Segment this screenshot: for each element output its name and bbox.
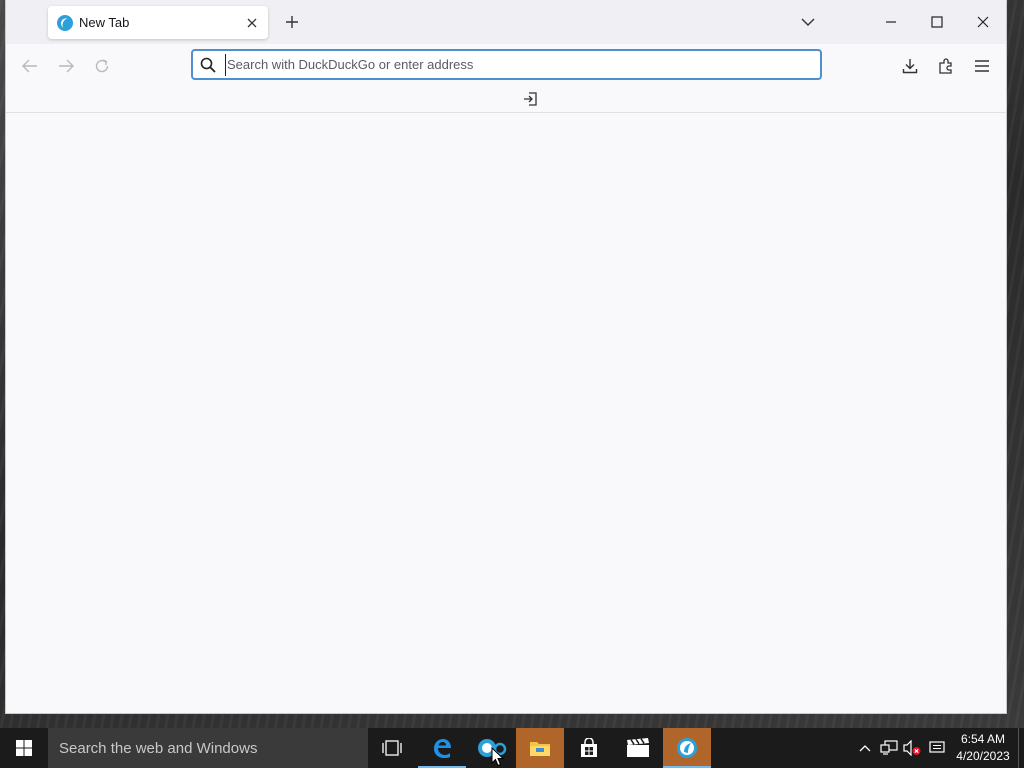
tab-close-button[interactable] xyxy=(240,11,264,35)
clock-date: 4/20/2023 xyxy=(956,749,1010,763)
notifications-icon xyxy=(929,741,945,753)
taskbar-edge-button[interactable] xyxy=(418,728,466,768)
taskbar-search-box[interactable]: Search the web and Windows xyxy=(48,728,368,768)
bookmarks-toolbar xyxy=(6,86,1006,113)
taskbar: Search the web and Windows 6:54 AM 4/20/… xyxy=(0,728,1024,768)
action-center-button[interactable] xyxy=(925,728,949,768)
title-bar: New Tab xyxy=(6,0,1006,44)
import-bookmarks-button[interactable] xyxy=(520,89,540,109)
taskbar-clock[interactable]: 6:54 AM 4/20/2023 xyxy=(950,730,1016,766)
browser-icon xyxy=(677,738,697,758)
reload-icon xyxy=(95,59,109,73)
list-all-tabs-button[interactable] xyxy=(796,8,820,36)
show-hidden-icons-button[interactable] xyxy=(853,728,877,768)
taskbar-browser-button[interactable] xyxy=(663,728,711,768)
store-icon xyxy=(581,738,597,757)
edge-icon xyxy=(434,739,451,758)
chevron-down-icon xyxy=(801,18,815,26)
mouse-cursor-icon xyxy=(491,747,505,767)
plus-icon xyxy=(286,16,298,28)
back-button[interactable] xyxy=(16,52,44,80)
task-view-button[interactable] xyxy=(368,728,416,768)
tab-new-tab[interactable]: New Tab xyxy=(48,6,268,39)
browser-logo-icon xyxy=(57,14,73,31)
address-bar[interactable] xyxy=(191,49,822,80)
browser-window: New Tab xyxy=(6,0,1006,713)
download-icon xyxy=(902,59,918,74)
windows-logo-icon xyxy=(16,740,32,756)
show-desktop-button[interactable] xyxy=(1018,728,1024,768)
maximize-icon xyxy=(931,16,943,28)
import-bookmarks-icon xyxy=(524,92,537,106)
close-window-button[interactable] xyxy=(960,0,1006,44)
arrow-left-icon xyxy=(22,59,37,73)
page-content xyxy=(6,113,1006,713)
clock-time: 6:54 AM xyxy=(960,732,1006,746)
close-icon xyxy=(247,18,257,27)
start-button[interactable] xyxy=(0,728,48,768)
menu-icon xyxy=(975,60,989,72)
file-explorer-icon xyxy=(530,742,550,756)
taskbar-search-placeholder: Search the web and Windows xyxy=(59,739,258,757)
tab-title: New Tab xyxy=(79,15,130,30)
arrow-right-icon xyxy=(59,59,74,73)
maximize-button[interactable] xyxy=(914,0,960,44)
video-editor-icon xyxy=(627,738,649,757)
minimize-icon xyxy=(886,21,896,23)
volume-muted-icon xyxy=(903,740,921,756)
network-icon xyxy=(880,740,898,755)
network-button[interactable] xyxy=(877,728,901,768)
forward-button[interactable] xyxy=(52,52,80,80)
taskbar-file-explorer-button[interactable] xyxy=(516,728,564,768)
address-input[interactable] xyxy=(225,53,820,76)
downloads-button[interactable] xyxy=(896,52,924,80)
volume-button[interactable] xyxy=(900,728,924,768)
minimize-button[interactable] xyxy=(868,0,914,44)
taskbar-store-button[interactable] xyxy=(565,728,613,768)
chevron-up-icon xyxy=(859,745,871,752)
extensions-icon xyxy=(939,58,952,74)
search-icon xyxy=(199,56,217,74)
taskbar-video-editor-button[interactable] xyxy=(614,728,662,768)
app-menu-button[interactable] xyxy=(968,52,996,80)
task-view-icon xyxy=(382,740,402,756)
close-icon xyxy=(977,16,989,28)
new-tab-button[interactable] xyxy=(280,10,304,34)
extensions-button[interactable] xyxy=(932,52,960,80)
navigation-toolbar xyxy=(6,44,1006,86)
reload-button[interactable] xyxy=(88,52,116,80)
